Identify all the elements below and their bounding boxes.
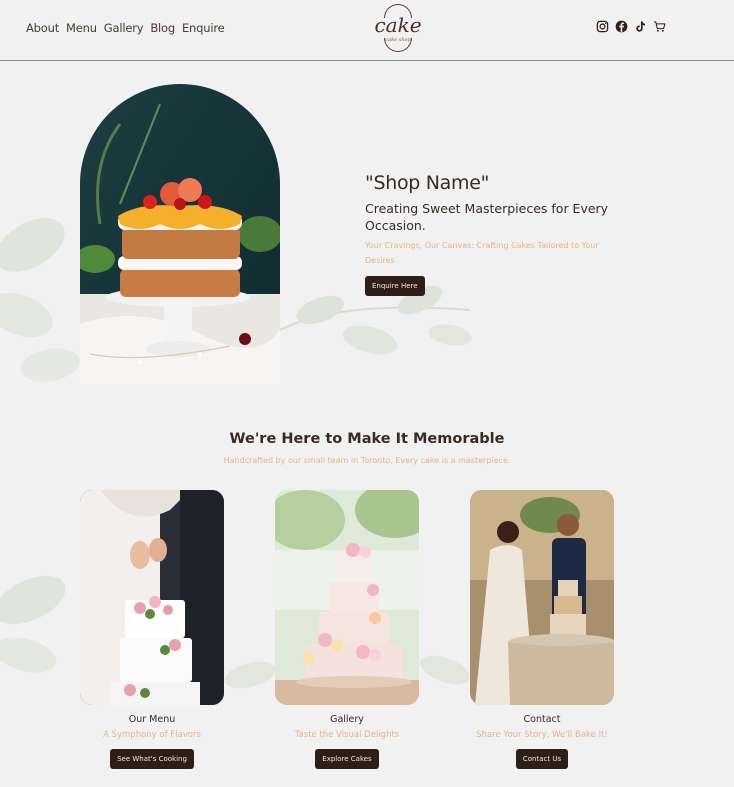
leaf-decoration-left — [0, 218, 80, 382]
shop-name-heading: "Shop Name" — [365, 172, 490, 194]
card-menu-subtitle: A Symphony of Flavors — [103, 730, 201, 740]
card-gallery: Gallery Taste the Visual Delights Explor… — [275, 490, 419, 769]
hero-subtitle: Creating Sweet Masterpieces for Every Oc… — [365, 201, 609, 233]
tiktok-icon[interactable] — [634, 20, 647, 33]
wedding-cake-cutting-photo — [80, 490, 224, 705]
social-links — [596, 20, 666, 33]
explore-cakes-button[interactable]: Explore Cakes — [315, 749, 379, 769]
section-title: We're Here to Make It Memorable — [229, 431, 505, 447]
card-contact-title: Contact — [523, 714, 561, 725]
hero-description: Your Cravings, Our Canvas: Crafting Cake… — [365, 241, 599, 265]
hero-cake-image — [80, 84, 280, 384]
logo-word: cake — [374, 13, 422, 37]
couple-cutting-cake-photo — [470, 490, 614, 705]
tiered-cake-photo — [275, 490, 419, 705]
leaf-decoration-bottom — [0, 575, 66, 673]
cart-icon[interactable] — [653, 20, 666, 33]
facebook-icon[interactable] — [615, 20, 628, 33]
contact-us-button[interactable]: Contact Us — [515, 749, 569, 769]
card-menu: Our Menu A Symphony of Flavors See What'… — [80, 490, 224, 769]
section-subtitle: Handcrafted by our small team in Toronto… — [223, 456, 511, 465]
enquire-here-button[interactable]: Enquire Here — [365, 276, 425, 296]
nav-enquire-link[interactable]: Enquire — [182, 21, 225, 35]
card-contact-subtitle: Share Your Story, We'll Bake It! — [476, 730, 608, 740]
see-whats-cooking-button[interactable]: See What's Cooking — [110, 749, 194, 769]
instagram-icon[interactable] — [596, 20, 609, 33]
nav-gallery-link[interactable]: Gallery — [104, 21, 144, 35]
hero-text: "Shop Name" Creating Sweet Masterpieces … — [365, 172, 625, 296]
site-header: About Menu Gallery Blog Enquire cake cak… — [0, 0, 734, 61]
main-nav: About Menu Gallery Blog Enquire — [26, 21, 225, 35]
card-menu-title: Our Menu — [128, 714, 176, 725]
nav-menu-link[interactable]: Menu — [66, 21, 97, 35]
logo-arc-bottom — [384, 38, 412, 52]
nav-blog-link[interactable]: Blog — [150, 21, 175, 35]
card-gallery-title: Gallery — [330, 714, 364, 725]
nav-about-link[interactable]: About — [26, 21, 59, 35]
card-contact: Contact Share Your Story, We'll Bake It!… — [470, 490, 614, 769]
card-gallery-subtitle: Taste the Visual Delights — [294, 730, 400, 740]
site-logo[interactable]: cake cake shop — [372, 4, 424, 54]
